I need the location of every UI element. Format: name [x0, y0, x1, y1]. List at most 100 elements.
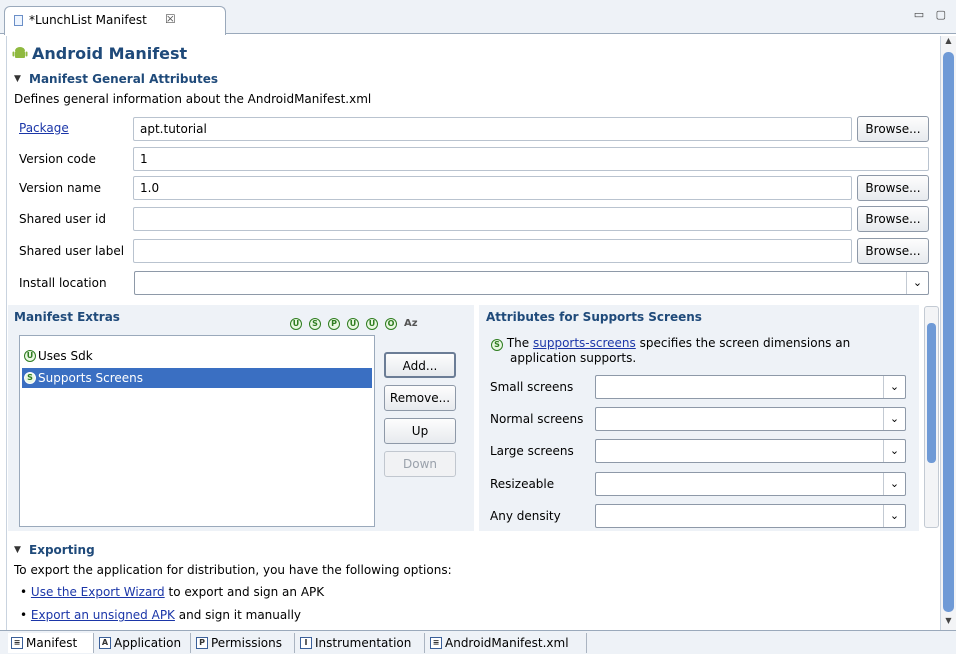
manifest-tab-icon: ≡ — [11, 637, 23, 649]
package-browse-button[interactable]: Browse... — [857, 116, 929, 142]
scroll-down-icon[interactable]: ▼ — [941, 616, 956, 630]
add-permission-icon[interactable]: P — [328, 318, 340, 330]
export-option-2: • Export an unsigned APK and sign it man… — [20, 608, 301, 622]
version-name-field[interactable]: 1.0 — [133, 176, 852, 200]
tab-label: Manifest — [26, 636, 78, 650]
tab-application[interactable]: A Application — [96, 633, 191, 653]
exporting-header[interactable]: Exporting — [29, 543, 95, 557]
general-description: Defines general information about the An… — [14, 92, 372, 106]
export-unsigned-link[interactable]: Export an unsigned APK — [31, 608, 175, 622]
attributes-header: Attributes for Supports Screens — [486, 310, 702, 324]
sort-az-icon[interactable]: Az — [404, 318, 418, 329]
remove-button[interactable]: Remove... — [384, 385, 456, 411]
any-density-label: Any density — [490, 509, 561, 523]
resizeable-label: Resizeable — [490, 477, 555, 491]
minimize-maximize-icon[interactable]: ▭ ▢ — [914, 8, 950, 21]
install-location-combo[interactable]: ⌄ — [134, 271, 929, 295]
install-location-label: Install location — [19, 276, 107, 290]
add-uses-config-icon[interactable]: U — [366, 318, 378, 330]
supports-screens-badge-icon: S — [491, 339, 503, 351]
version-code-field[interactable]: 1 — [133, 147, 929, 171]
attributes-scrollbar[interactable] — [924, 306, 939, 528]
package-field[interactable]: apt.tutorial — [133, 117, 852, 141]
version-code-label: Version code — [19, 152, 96, 166]
general-section-header[interactable]: Manifest General Attributes — [29, 72, 218, 86]
any-density-combo[interactable]: ⌄ — [595, 504, 906, 528]
resizeable-combo[interactable]: ⌄ — [595, 472, 906, 496]
instrumentation-tab-icon: I — [300, 637, 312, 649]
bullet-icon: • — [20, 608, 28, 622]
tab-label: Permissions — [211, 636, 282, 650]
editor-tab[interactable]: *LunchList Manifest ☒ — [4, 6, 226, 35]
collapse-exporting-icon[interactable]: ▼ — [14, 545, 21, 555]
tab-androidmanifest-xml[interactable]: ≡ AndroidManifest.xml — [427, 633, 587, 653]
close-tab-icon[interactable]: ☒ — [165, 12, 176, 26]
scrollbar-thumb[interactable] — [927, 323, 936, 463]
tab-manifest[interactable]: ≡ Manifest — [8, 633, 94, 653]
list-item-uses-sdk[interactable]: U Uses Sdk — [22, 346, 372, 366]
attributes-description: S The supports-screens specifies the scr… — [491, 336, 911, 351]
desc-prefix: The — [506, 336, 530, 350]
shared-user-label-field[interactable] — [133, 239, 852, 263]
shared-user-id-browse-button[interactable]: Browse... — [857, 206, 929, 232]
shared-user-label-browse-button[interactable]: Browse... — [857, 238, 929, 264]
list-item-supports-screens[interactable]: S Supports Screens — [22, 368, 372, 388]
down-button: Down — [384, 451, 456, 477]
desc-suffix: specifies the screen dimensions an — [639, 336, 851, 350]
large-screens-combo[interactable]: ⌄ — [595, 439, 906, 463]
chevron-down-icon[interactable]: ⌄ — [883, 473, 905, 495]
tab-permissions[interactable]: P Permissions — [193, 633, 295, 653]
chevron-down-icon[interactable]: ⌄ — [883, 440, 905, 462]
scrollbar-thumb[interactable] — [943, 52, 954, 612]
tab-label: Instrumentation — [315, 636, 412, 650]
shared-user-id-field[interactable] — [133, 207, 852, 231]
chevron-down-icon[interactable]: ⌄ — [883, 505, 905, 527]
chevron-down-icon[interactable]: ⌄ — [883, 376, 905, 398]
chevron-down-icon[interactable]: ⌄ — [883, 408, 905, 430]
bottom-tab-bar: ≡ Manifest A Application P Permissions I… — [0, 630, 956, 654]
scroll-up-icon[interactable]: ▲ — [941, 36, 956, 50]
export-wizard-link[interactable]: Use the Export Wizard — [31, 585, 165, 599]
tab-label: Application — [114, 636, 182, 650]
android-icon — [12, 47, 28, 58]
permissions-tab-icon: P — [196, 637, 208, 649]
extras-toolbar: U S P U U O Az — [290, 315, 418, 330]
add-button[interactable]: Add... — [384, 352, 456, 378]
version-name-browse-button[interactable]: Browse... — [857, 175, 929, 201]
large-screens-label: Large screens — [490, 444, 574, 458]
export-option-1: • Use the Export Wizard to export and si… — [20, 585, 324, 599]
collapse-general-icon[interactable]: ▼ — [14, 74, 21, 84]
add-original-package-icon[interactable]: O — [385, 318, 397, 330]
supports-screens-icon: S — [24, 372, 36, 384]
exporting-intro: To export the application for distributi… — [14, 563, 452, 577]
normal-screens-label: Normal screens — [490, 412, 584, 426]
chevron-down-icon[interactable]: ⌄ — [906, 272, 928, 294]
bullet-icon: • — [20, 585, 28, 599]
application-tab-icon: A — [99, 637, 111, 649]
export-option-1-text: to export and sign an APK — [168, 585, 325, 599]
package-link[interactable]: Package — [19, 121, 69, 135]
tab-label: AndroidManifest.xml — [445, 636, 569, 650]
up-button[interactable]: Up — [384, 418, 456, 444]
add-uses-feature-icon[interactable]: U — [347, 318, 359, 330]
export-option-2-text: and sign it manually — [178, 608, 302, 622]
page-title: Android Manifest — [32, 44, 188, 63]
add-supports-icon[interactable]: S — [309, 318, 321, 330]
main-scrollbar[interactable]: ▲ ▼ — [940, 36, 956, 630]
file-icon — [14, 15, 23, 26]
shared-user-id-label: Shared user id — [19, 212, 106, 226]
list-item-label: Supports Screens — [38, 371, 144, 385]
editor-tab-title: *LunchList Manifest — [29, 13, 147, 27]
xml-tab-icon: ≡ — [430, 637, 442, 649]
add-uses-icon[interactable]: U — [290, 318, 302, 330]
attributes-description-line2: application supports. — [510, 351, 637, 365]
supports-screens-link[interactable]: supports-screens — [533, 336, 636, 350]
uses-sdk-icon: U — [24, 350, 36, 362]
list-item-label: Uses Sdk — [38, 349, 93, 363]
shared-user-label-label: Shared user label — [19, 244, 125, 258]
small-screens-combo[interactable]: ⌄ — [595, 375, 906, 399]
manifest-extras-header: Manifest Extras — [14, 310, 120, 324]
tab-instrumentation[interactable]: I Instrumentation — [297, 633, 425, 653]
normal-screens-combo[interactable]: ⌄ — [595, 407, 906, 431]
extras-list[interactable]: U Uses Sdk S Supports Screens — [19, 335, 375, 527]
